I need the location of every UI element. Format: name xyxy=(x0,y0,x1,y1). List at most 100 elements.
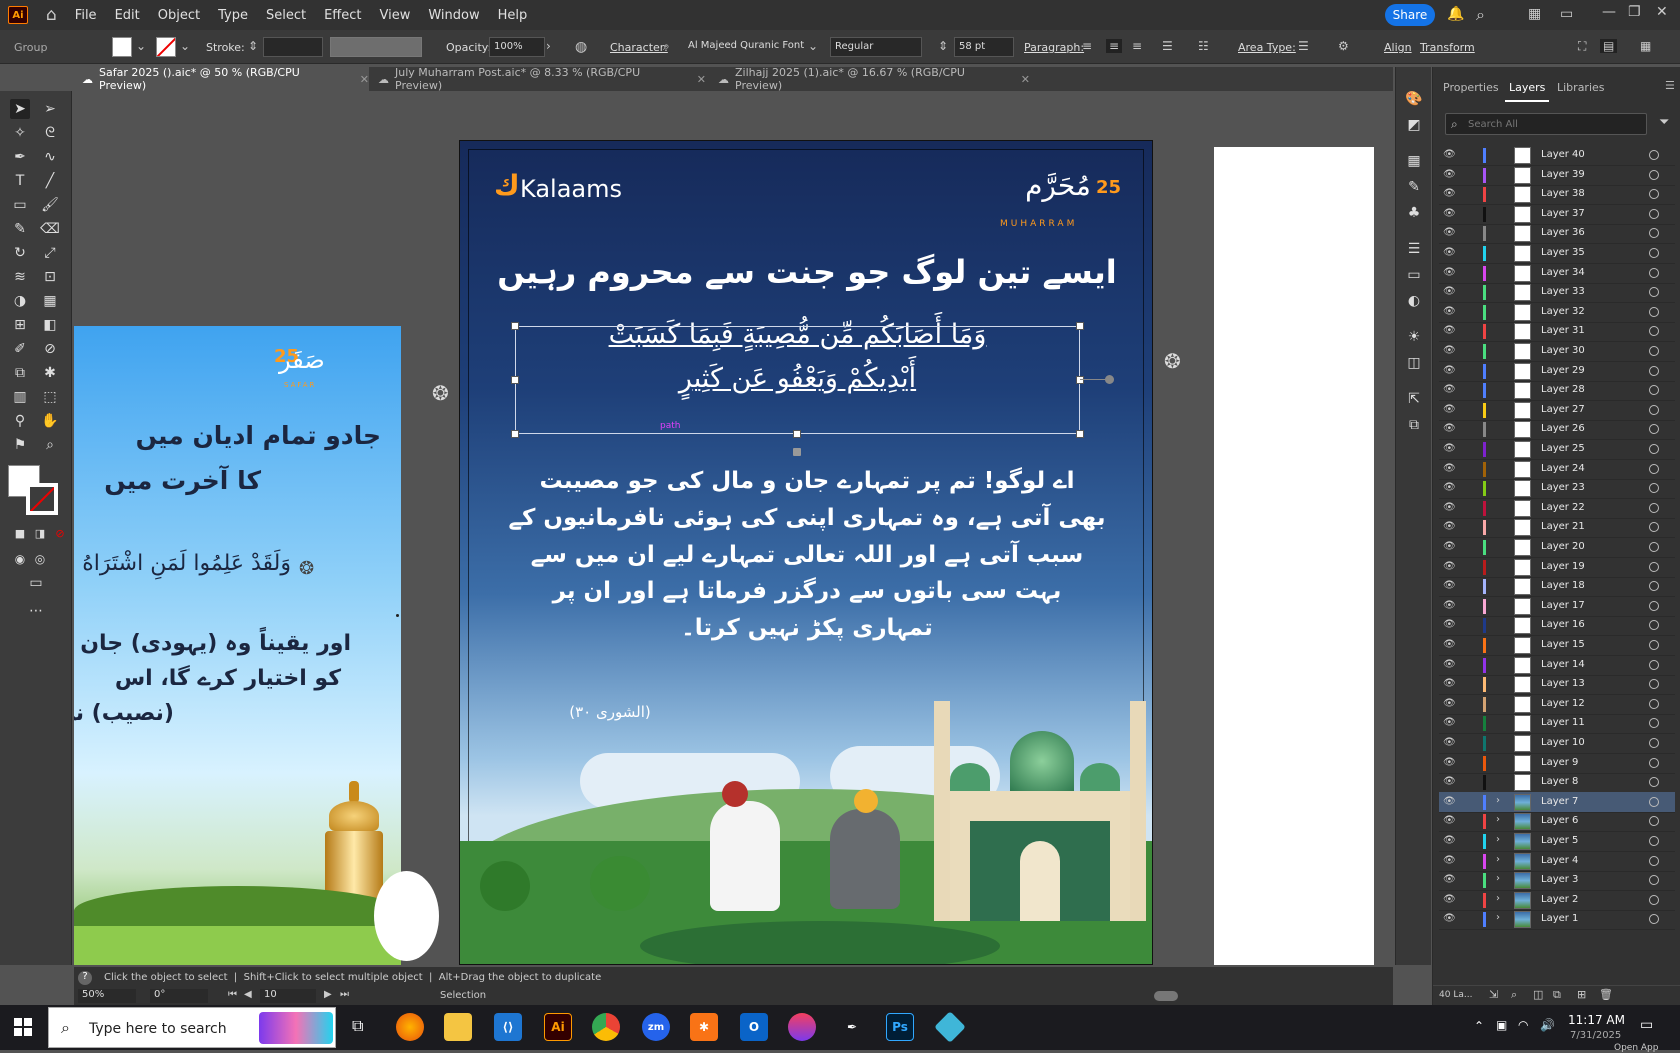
layer-name[interactable]: Layer 5 xyxy=(1541,835,1578,846)
curvature-tool-icon[interactable]: ∿ xyxy=(40,147,60,167)
layer-name[interactable]: Layer 13 xyxy=(1541,678,1585,689)
layer-name[interactable]: Layer 8 xyxy=(1541,776,1578,787)
recolor-icon[interactable]: ◍ xyxy=(575,39,587,55)
layer-row[interactable]: 👁 › Layer 2 xyxy=(1439,890,1675,911)
visibility-eye-icon[interactable]: 👁 xyxy=(1443,443,1456,454)
visibility-eye-icon[interactable]: 👁 xyxy=(1443,149,1456,160)
measure-tool-icon[interactable]: ⊘ xyxy=(40,339,60,359)
screen-mode-icon[interactable]: ▭ xyxy=(26,573,46,593)
target-circle-icon[interactable] xyxy=(1649,326,1659,337)
layer-row[interactable]: 👁 Layer 26 xyxy=(1439,419,1675,441)
layer-row[interactable]: 👁 Layer 30 xyxy=(1439,341,1675,362)
panel-menu-icon[interactable]: ☰ xyxy=(1665,79,1675,92)
layer-row[interactable]: 👁 Layer 8 xyxy=(1439,772,1675,794)
hand-tool-icon[interactable]: ✋ xyxy=(40,411,60,431)
target-circle-icon[interactable] xyxy=(1649,816,1659,827)
menu-view[interactable]: View xyxy=(379,8,410,23)
target-circle-icon[interactable] xyxy=(1649,659,1659,670)
layer-name[interactable]: Layer 11 xyxy=(1541,717,1585,728)
layer-name[interactable]: Layer 28 xyxy=(1541,384,1585,395)
target-circle-icon[interactable] xyxy=(1649,796,1659,807)
layer-name[interactable]: Layer 38 xyxy=(1541,188,1585,199)
layer-row[interactable]: 👁 Layer 35 xyxy=(1439,243,1675,264)
resize-handle[interactable] xyxy=(511,376,519,384)
chevron-right-icon[interactable]: › xyxy=(1496,893,1500,904)
zoom-field[interactable]: 50% xyxy=(78,989,136,1003)
layer-row[interactable]: 👁 Layer 34 xyxy=(1439,263,1675,284)
layer-name[interactable]: Layer 3 xyxy=(1541,874,1578,885)
stroke-panel-icon[interactable]: ☰ xyxy=(1404,239,1424,259)
menu-type[interactable]: Type xyxy=(218,8,248,23)
visibility-eye-icon[interactable]: 👁 xyxy=(1443,502,1456,513)
visibility-eye-icon[interactable]: 👁 xyxy=(1443,521,1456,532)
pen-tool-icon[interactable]: ✒ xyxy=(10,147,30,167)
visibility-eye-icon[interactable]: 👁 xyxy=(1443,776,1456,787)
bell-icon[interactable]: 🔔 xyxy=(1447,6,1464,22)
visibility-eye-icon[interactable]: 👁 xyxy=(1443,580,1456,591)
menu-edit[interactable]: Edit xyxy=(115,8,140,23)
target-circle-icon[interactable] xyxy=(1649,600,1659,611)
align-left-icon[interactable]: ≡ xyxy=(1082,39,1092,53)
layer-row[interactable]: 👁 Layer 9 xyxy=(1439,753,1675,774)
visibility-eye-icon[interactable]: 👁 xyxy=(1443,639,1456,650)
visibility-eye-icon[interactable]: 👁 xyxy=(1443,874,1456,885)
brushes-icon[interactable]: ✎ xyxy=(1404,177,1424,197)
share-button[interactable]: Share xyxy=(1385,4,1435,26)
tab-libraries[interactable]: Libraries xyxy=(1557,81,1605,94)
menu-help[interactable]: Help xyxy=(498,8,528,23)
panel-menu-icon[interactable]: ▤ xyxy=(1600,39,1618,53)
layers-search-field[interactable]: ⌕ Search All xyxy=(1445,113,1647,135)
column-graph-tool-icon[interactable]: ▥ xyxy=(10,387,30,407)
layer-row[interactable]: 👁 Layer 23 xyxy=(1439,478,1675,500)
layer-row[interactable]: 👁 Layer 14 xyxy=(1439,655,1675,676)
vscode-icon[interactable]: ⟨⟩ xyxy=(494,1013,522,1041)
target-circle-icon[interactable] xyxy=(1649,208,1659,219)
close-icon[interactable]: ✕ xyxy=(360,73,369,86)
arrange-documents-icon[interactable]: ▦ xyxy=(1640,39,1651,53)
layer-name[interactable]: Layer 14 xyxy=(1541,659,1585,670)
chevron-right-icon[interactable]: › xyxy=(1496,854,1500,865)
layer-row[interactable]: 👁 Layer 37 xyxy=(1439,204,1675,225)
visibility-eye-icon[interactable]: 👁 xyxy=(1443,698,1456,709)
target-circle-icon[interactable] xyxy=(1649,914,1659,925)
font-size-field[interactable]: 58 pt xyxy=(954,37,1014,57)
area-type-options-icon[interactable]: ☰ xyxy=(1298,39,1309,53)
layer-row[interactable]: 👁 › Layer 7 xyxy=(1439,791,1675,813)
chevron-up-icon[interactable]: ⌃ xyxy=(1474,1019,1484,1033)
layer-name[interactable]: Layer 20 xyxy=(1541,541,1585,552)
numbering-icon[interactable]: ☷ xyxy=(1198,39,1209,53)
target-circle-icon[interactable] xyxy=(1649,738,1659,748)
visibility-eye-icon[interactable]: 👁 xyxy=(1443,678,1456,689)
chevron-right-icon[interactable]: › xyxy=(1496,814,1500,825)
visibility-eye-icon[interactable]: 👁 xyxy=(1443,169,1456,180)
layer-row[interactable]: 👁 Layer 10 xyxy=(1439,733,1675,754)
shaper-tool-icon[interactable]: ✎ xyxy=(10,219,30,239)
eyedropper-tool-icon[interactable]: ✐ xyxy=(10,339,30,359)
visibility-eye-icon[interactable]: 👁 xyxy=(1443,188,1456,199)
isolate-icon[interactable]: ⛶ xyxy=(1578,39,1586,54)
rotate-tool-icon[interactable]: ↻ xyxy=(10,243,30,263)
visibility-eye-icon[interactable]: 👁 xyxy=(1443,561,1456,572)
layer-row[interactable]: 👁 › Layer 5 xyxy=(1439,831,1675,852)
visibility-eye-icon[interactable]: 👁 xyxy=(1443,659,1456,670)
target-circle-icon[interactable] xyxy=(1649,581,1659,592)
target-circle-icon[interactable] xyxy=(1649,463,1659,474)
opacity-field[interactable]: 100% xyxy=(489,37,545,57)
resize-handle[interactable] xyxy=(1076,430,1084,438)
visibility-eye-icon[interactable]: 👁 xyxy=(1443,208,1456,219)
visibility-eye-icon[interactable]: 👁 xyxy=(1443,463,1456,474)
graphic-styles-icon[interactable]: ◫ xyxy=(1404,353,1424,373)
artboard-blank[interactable] xyxy=(1214,147,1374,965)
visibility-eye-icon[interactable]: 👁 xyxy=(1443,286,1456,297)
delete-layer-icon[interactable]: 🗑 xyxy=(1599,988,1613,1001)
mesh-tool-icon[interactable]: ⊞ xyxy=(10,315,30,335)
creative-cloud-icon[interactable] xyxy=(788,1013,816,1041)
character-label[interactable]: Character: xyxy=(610,41,668,54)
rectangle-tool-icon[interactable]: ▭ xyxy=(10,195,30,215)
target-circle-icon[interactable] xyxy=(1649,718,1659,729)
visibility-eye-icon[interactable]: 👁 xyxy=(1443,384,1456,395)
perspective-grid-tool-icon[interactable]: ▦ xyxy=(40,291,60,311)
color-panel-icon[interactable]: 🎨 xyxy=(1404,89,1424,109)
first-artboard-icon[interactable]: ⏮ xyxy=(228,989,237,1000)
text-overflow-port[interactable] xyxy=(1105,375,1114,384)
